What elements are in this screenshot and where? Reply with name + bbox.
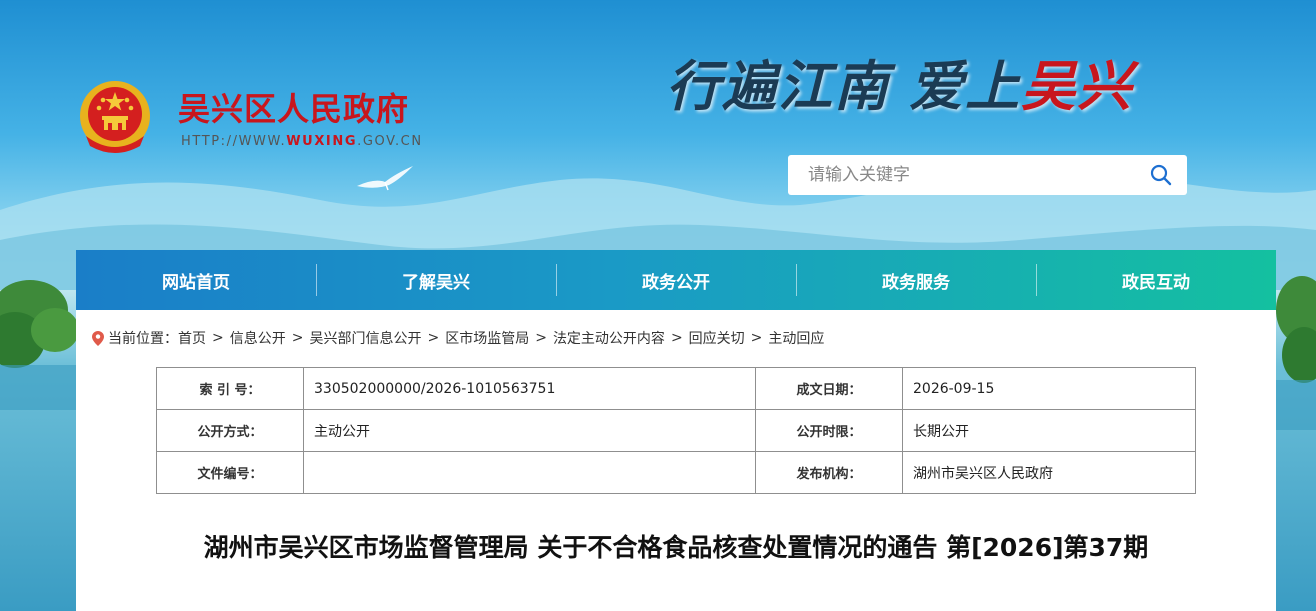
breadcrumb-item-dept-info[interactable]: 吴兴部门信息公开 xyxy=(309,328,421,348)
table-row: 文件编号： 发布机构： 湖州市吴兴区人民政府 xyxy=(156,451,1196,494)
slogan-part2: 爱上 xyxy=(909,54,1022,118)
breadcrumb-separator: > xyxy=(291,330,304,346)
nav-item-about[interactable]: 了解吴兴 xyxy=(316,250,556,310)
main-nav: 网站首页 了解吴兴 政务公开 政务服务 政民互动 xyxy=(76,250,1276,310)
period-value: 长期公开 xyxy=(902,409,1196,452)
date-value: 2026-09-15 xyxy=(902,367,1196,410)
nav-item-gov-open[interactable]: 政务公开 xyxy=(556,250,796,310)
org-label: 发布机构： xyxy=(755,451,903,494)
crane-bird-icon xyxy=(357,166,413,191)
search-input[interactable] xyxy=(788,155,1128,195)
slogan-part1: 行遍江南 xyxy=(666,54,890,118)
breadcrumb-label: 当前位置： xyxy=(108,331,178,347)
nav-item-interaction[interactable]: 政民互动 xyxy=(1036,250,1276,310)
org-value: 湖州市吴兴区人民政府 xyxy=(902,451,1196,494)
nav-item-home[interactable]: 网站首页 xyxy=(76,250,316,310)
breadcrumb-separator: > xyxy=(427,330,440,346)
table-row: 索 引 号： 330502000000/2026-1010563751 成文日期… xyxy=(156,367,1196,410)
site-url-suffix: .GOV.CN xyxy=(357,134,423,149)
breadcrumb-item-info-open[interactable]: 信息公开 xyxy=(230,328,286,348)
national-emblem-icon xyxy=(80,81,150,153)
document-meta-table: 索 引 号： 330502000000/2026-1010563751 成文日期… xyxy=(156,367,1196,494)
table-row: 公开方式： 主动公开 公开时限： 长期公开 xyxy=(156,409,1196,452)
site-url: HTTP://WWW.WUXING.GOV.CN xyxy=(181,134,423,149)
method-value: 主动公开 xyxy=(303,409,756,452)
index-value: 330502000000/2026-1010563751 xyxy=(303,367,756,410)
breadcrumb-item-response[interactable]: 回应关切 xyxy=(689,328,745,348)
search-box xyxy=(788,155,1187,195)
docno-value xyxy=(303,451,756,494)
date-label: 成文日期： xyxy=(755,367,903,410)
method-label: 公开方式： xyxy=(156,409,304,452)
docno-label: 文件编号： xyxy=(156,451,304,494)
slogan-part3: 吴兴 xyxy=(1021,54,1134,118)
period-label: 公开时限： xyxy=(755,409,903,452)
breadcrumb-separator: > xyxy=(535,330,547,346)
breadcrumb-item-market-bureau[interactable]: 区市场监管局 xyxy=(445,328,529,348)
breadcrumb-item-statutory[interactable]: 法定主动公开内容 xyxy=(553,328,665,348)
article-title: 湖州市吴兴区市场监督管理局 关于不合格食品核查处置情况的通告 第[2026]第3… xyxy=(203,533,1149,562)
breadcrumb-separator: > xyxy=(212,330,224,346)
breadcrumb-separator: > xyxy=(750,330,763,346)
site-name[interactable]: 吴兴区人民政府 xyxy=(178,84,409,130)
breadcrumb-separator: > xyxy=(670,330,683,346)
nav-item-gov-service[interactable]: 政务服务 xyxy=(796,250,1036,310)
trees-right xyxy=(1274,276,1316,430)
trees-left xyxy=(0,280,80,410)
location-pin-icon xyxy=(92,330,104,346)
breadcrumb-item-home[interactable]: 首页 xyxy=(178,328,206,348)
index-label: 索 引 号： xyxy=(156,367,304,410)
site-url-prefix: HTTP://WWW. xyxy=(181,134,287,149)
site-url-domain: WUXING xyxy=(286,134,358,149)
breadcrumb: 当前位置： 首页 > 信息公开 > 吴兴部门信息公开 > 区市场监管局 > 法定… xyxy=(92,328,824,348)
breadcrumb-item-active-response[interactable]: 主动回应 xyxy=(768,328,824,348)
search-icon[interactable] xyxy=(1149,163,1173,187)
content-panel: 当前位置： 首页 > 信息公开 > 吴兴部门信息公开 > 区市场监管局 > 法定… xyxy=(76,310,1276,611)
slogan: 行遍江南 爱上吴兴 xyxy=(666,42,1226,134)
